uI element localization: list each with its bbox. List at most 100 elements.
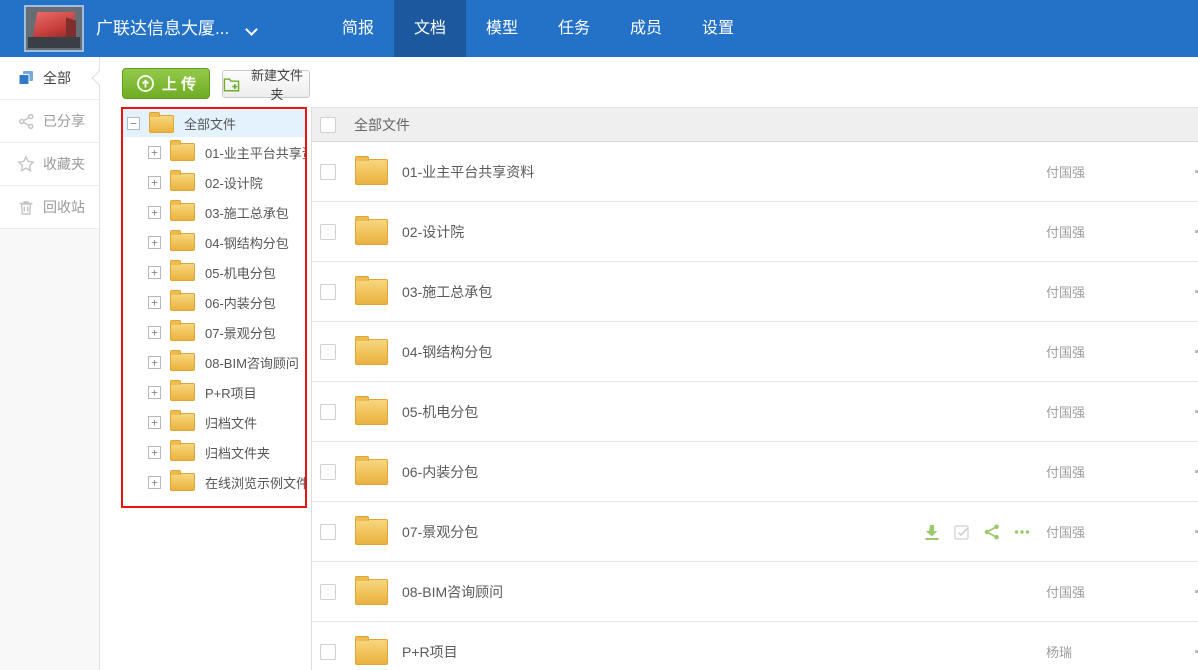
cloud-upload-icon <box>136 74 155 93</box>
expand-icon[interactable]: + <box>148 296 161 309</box>
sidebar-item-recycle[interactable]: 回收站 <box>0 186 99 229</box>
tree-item-label: P+R项目 <box>205 383 257 402</box>
collapse-icon[interactable]: − <box>127 117 140 130</box>
row-checkbox[interactable] <box>320 584 336 600</box>
file-name[interactable]: P+R项目 <box>402 642 458 662</box>
expand-icon[interactable]: + <box>148 446 161 459</box>
project-logo[interactable] <box>24 5 84 52</box>
tab-任务[interactable]: 任务 <box>538 0 610 57</box>
tree-item[interactable]: +04-钢结构分包 <box>123 227 305 257</box>
tree-item[interactable]: +06-内装分包 <box>123 287 305 317</box>
tab-设置[interactable]: 设置 <box>682 0 754 57</box>
row-actions <box>922 522 1031 541</box>
project-title[interactable]: 广联达信息大厦... <box>96 0 229 57</box>
tree-item[interactable]: +07-景观分包 <box>123 317 305 347</box>
expand-icon[interactable]: + <box>148 146 161 159</box>
sidebar-item-label: 全部 <box>43 68 71 88</box>
folder-icon <box>355 519 388 545</box>
folder-icon <box>170 233 195 251</box>
tree-item-label: 归档文件 <box>205 413 257 432</box>
expand-icon[interactable]: + <box>148 416 161 429</box>
file-row[interactable]: P+R项目杨瑞 <box>312 622 1198 670</box>
file-row[interactable]: 07-景观分包付国强 <box>312 502 1198 562</box>
chevron-down-icon[interactable] <box>245 23 258 36</box>
file-list: 全部文件 01-业主平台共享资料付国强02-设计院付国强03-施工总承包付国强0… <box>312 107 1198 670</box>
row-checkbox[interactable] <box>320 224 336 240</box>
file-row[interactable]: 06-内装分包付国强 <box>312 442 1198 502</box>
folder-icon <box>170 173 195 191</box>
expand-icon[interactable]: + <box>148 176 161 189</box>
folder-icon <box>170 383 195 401</box>
sidebar-item-favorites[interactable]: 收藏夹 <box>0 143 99 186</box>
file-row[interactable]: 04-钢结构分包 付国强 <box>312 322 1198 382</box>
expand-icon[interactable]: + <box>148 386 161 399</box>
tree-item-label: 全部文件 <box>184 114 236 133</box>
file-name[interactable]: 04-钢结构分包 <box>402 342 492 362</box>
file-name[interactable]: 05-机电分包 <box>402 402 478 422</box>
recycle-bin-icon <box>17 198 35 216</box>
file-row[interactable]: 03-施工总承包付国强 <box>312 262 1198 322</box>
row-checkbox[interactable] <box>320 524 336 540</box>
all-files-icon <box>17 69 35 87</box>
file-name[interactable]: 07-景观分包 <box>402 522 478 542</box>
owner-name: 付国强 <box>1046 162 1085 181</box>
download-icon[interactable] <box>922 522 941 541</box>
expand-icon[interactable]: + <box>148 476 161 489</box>
tab-文档[interactable]: 文档 <box>394 0 466 57</box>
expand-icon[interactable]: + <box>148 356 161 369</box>
tree-item[interactable]: + P+R项目 <box>123 377 305 407</box>
tree-item-label: 归档文件夹 <box>205 443 270 462</box>
tree-highlight-box: − 全部文件 +01-业主平台共享资料+02-设计院+03-施工总承包+04-钢… <box>121 107 307 508</box>
folder-icon <box>170 413 195 431</box>
tab-成员[interactable]: 成员 <box>610 0 682 57</box>
tree-item[interactable]: +08-BIM咨询顾问 <box>123 347 305 377</box>
tree-item-label: 06-内装分包 <box>205 293 276 312</box>
file-row[interactable]: 08-BIM咨询顾问付国强 <box>312 562 1198 622</box>
expand-icon[interactable]: + <box>148 206 161 219</box>
folder-icon <box>170 323 195 341</box>
row-checkbox[interactable] <box>320 284 336 300</box>
row-checkbox[interactable] <box>320 464 336 480</box>
file-name[interactable]: 03-施工总承包 <box>402 282 492 302</box>
file-name[interactable]: 01-业主平台共享资料 <box>402 162 534 182</box>
expand-icon[interactable]: + <box>148 266 161 279</box>
folder-icon <box>355 339 388 365</box>
file-name[interactable]: 06-内装分包 <box>402 462 478 482</box>
upload-button[interactable]: 上 传 <box>122 68 210 99</box>
tree-item-root[interactable]: − 全部文件 <box>123 110 305 137</box>
share-icon[interactable] <box>982 522 1001 541</box>
select-all-checkbox[interactable] <box>320 117 336 133</box>
tree-item[interactable]: +在线浏览示例文件 <box>123 467 305 497</box>
folder-icon <box>149 115 174 133</box>
file-list-header-label: 全部文件 <box>354 115 410 135</box>
tree-item[interactable]: +01-业主平台共享资料 <box>123 137 305 167</box>
owner-name: 付国强 <box>1046 222 1085 241</box>
tree-item[interactable]: +05-机电分包 <box>123 257 305 287</box>
tree-item[interactable]: + 归档文件 <box>123 407 305 437</box>
expand-icon[interactable]: + <box>148 326 161 339</box>
row-checkbox[interactable] <box>320 164 336 180</box>
row-checkbox[interactable] <box>320 644 336 660</box>
more-icon[interactable] <box>1012 522 1031 541</box>
owner-name: 付国强 <box>1046 342 1085 361</box>
tree-item-label: 02-设计院 <box>205 173 263 192</box>
file-name[interactable]: 02-设计院 <box>402 222 464 242</box>
row-checkbox[interactable] <box>320 404 336 420</box>
edit-icon[interactable] <box>952 522 971 541</box>
tree-item[interactable]: + 归档文件夹 <box>123 437 305 467</box>
expand-icon[interactable]: + <box>148 236 161 249</box>
file-name[interactable]: 08-BIM咨询顾问 <box>402 582 503 602</box>
tree-item[interactable]: +03-施工总承包 <box>123 197 305 227</box>
file-row[interactable]: 01-业主平台共享资料 付国强 <box>312 142 1198 202</box>
folder-icon <box>355 399 388 425</box>
tree-item[interactable]: +02-设计院 <box>123 167 305 197</box>
folder-tree-panel: − 全部文件 +01-业主平台共享资料+02-设计院+03-施工总承包+04-钢… <box>100 107 312 670</box>
tab-简报[interactable]: 简报 <box>322 0 394 57</box>
row-checkbox[interactable] <box>320 344 336 360</box>
file-row[interactable]: 05-机电分包付国强 <box>312 382 1198 442</box>
sidebar-item-all[interactable]: 全部 <box>0 57 99 100</box>
file-row[interactable]: 02-设计院 付国强 <box>312 202 1198 262</box>
tab-模型[interactable]: 模型 <box>466 0 538 57</box>
new-folder-button[interactable]: 新建文件夹 <box>222 70 310 98</box>
sidebar-item-shared[interactable]: 已分享 <box>0 100 99 143</box>
